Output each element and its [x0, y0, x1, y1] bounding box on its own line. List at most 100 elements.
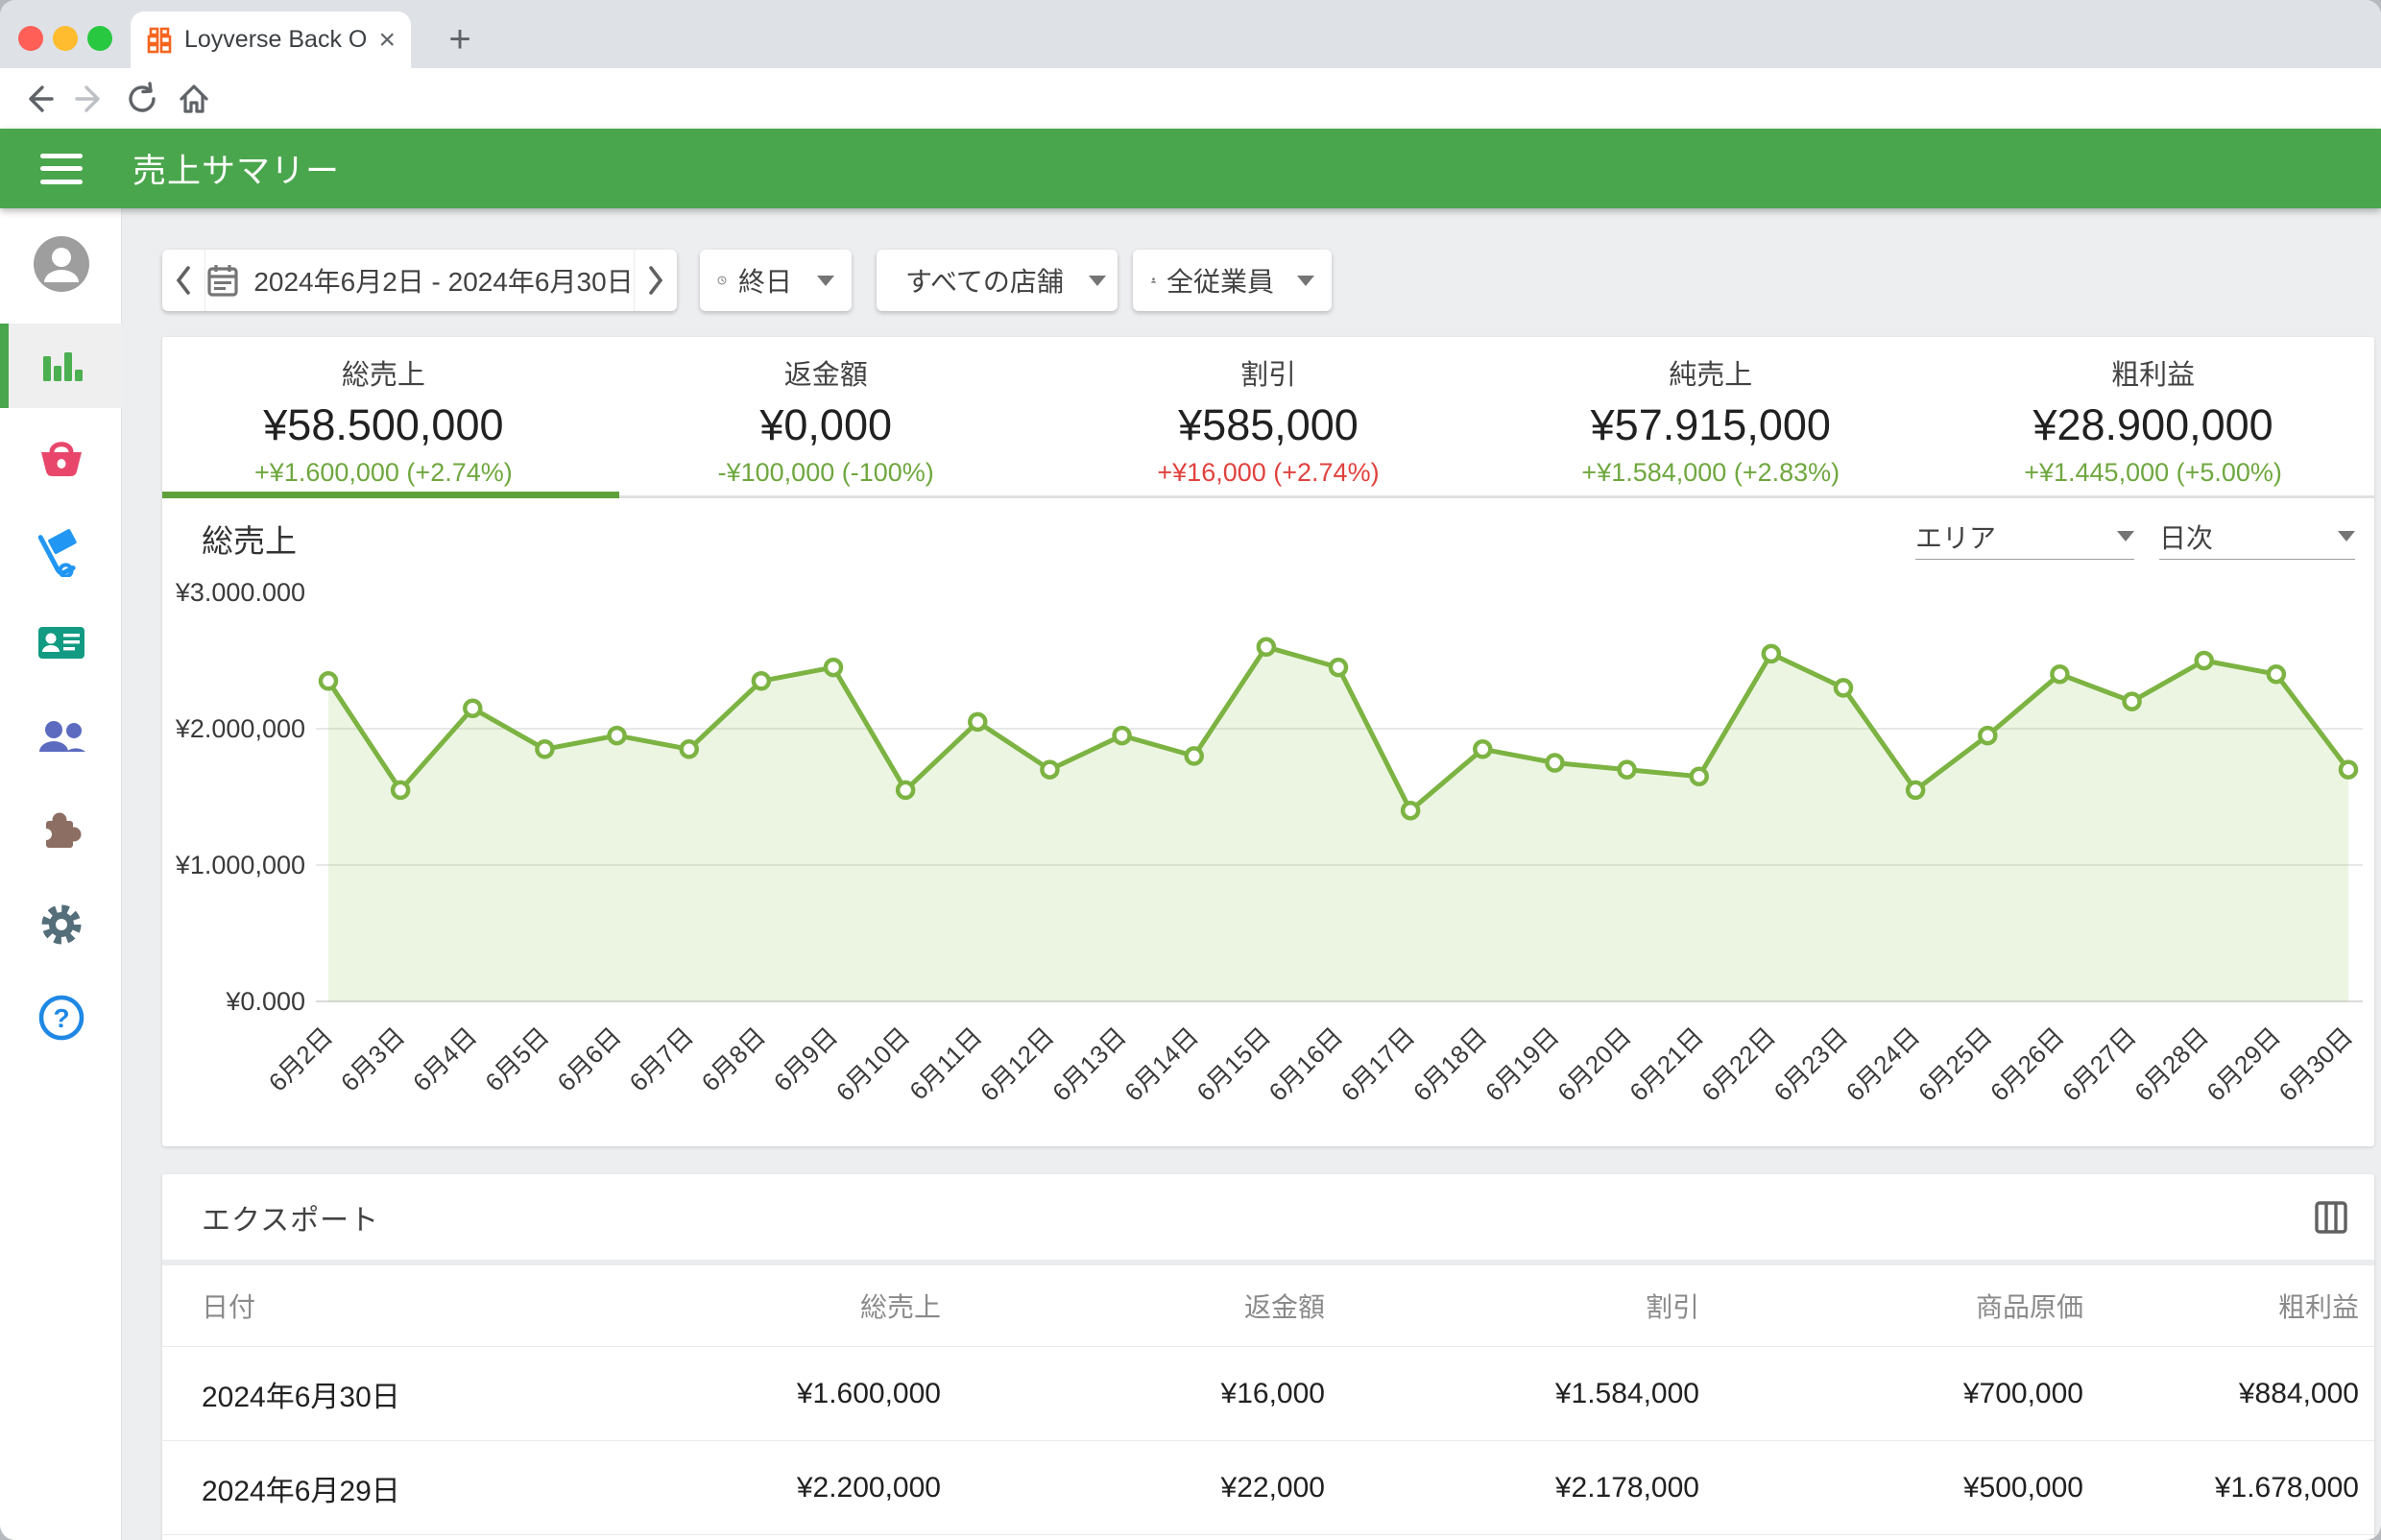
help-question-icon: ?: [36, 993, 86, 1043]
customers-contact-card-icon: [35, 615, 88, 669]
stat-value: ¥58.500,000: [263, 400, 503, 450]
cell-gross-sales: ¥2.200,000: [605, 1472, 941, 1504]
stat-tabs: 総売上 ¥58.500,000 +¥1.600,000 (+2.74%) 返金額…: [162, 337, 2374, 495]
stat-delta: +¥16,000 (+2.74%): [1157, 458, 1379, 488]
stat-label: 総売上: [342, 352, 425, 393]
date-range-label: 2024年6月2日 - 2024年6月30日: [253, 261, 633, 300]
sidebar-item-customers[interactable]: [0, 600, 122, 685]
items-basket-icon: [36, 433, 87, 485]
reports-bar-chart-icon: [36, 341, 86, 391]
svg-text:6月18日: 6月18日: [1407, 1022, 1493, 1107]
stat-tab-net-sales[interactable]: 純売上 ¥57.915,000 +¥1.584,000 (+2.83%): [1489, 337, 1932, 495]
svg-text:6月17日: 6月17日: [1335, 1022, 1421, 1107]
cell-discounts: ¥2.178,000: [1325, 1472, 1699, 1504]
cell-date: 2024年6月30日: [202, 1373, 605, 1415]
sidebar-item-apps[interactable]: [0, 788, 122, 873]
account-avatar[interactable]: [0, 222, 122, 306]
back-icon[interactable]: [19, 80, 58, 118]
stat-delta: -¥100,000 (-100%): [718, 458, 934, 488]
svg-text:6月15日: 6月15日: [1190, 1022, 1276, 1107]
sidebar-item-help[interactable]: ?: [0, 975, 122, 1060]
store-filter-dropdown[interactable]: すべての店舗: [877, 250, 1118, 311]
browser-tab[interactable]: Loyverse Back Office ×: [131, 12, 411, 68]
export-button[interactable]: エクスポート: [202, 1196, 379, 1239]
column-header-cost[interactable]: 商品原価: [1699, 1287, 2083, 1325]
column-header-date[interactable]: 日付: [202, 1287, 605, 1325]
svg-text:6月2日: 6月2日: [263, 1022, 338, 1096]
sidebar-item-reports[interactable]: [0, 324, 122, 408]
stat-tab-discounts[interactable]: 割引 ¥585,000 +¥16,000 (+2.74%): [1047, 337, 1490, 495]
stat-tab-refunds[interactable]: 返金額 ¥0,000 -¥100,000 (-100%): [605, 337, 1047, 495]
svg-text:6月11日: 6月11日: [903, 1022, 987, 1105]
svg-text:6月24日: 6月24日: [1840, 1022, 1926, 1107]
svg-text:6月5日: 6月5日: [479, 1022, 554, 1096]
cell-cost: ¥700,000: [1699, 1378, 2083, 1410]
table-header-row: 日付 総売上 返金額 割引 商品原価 粗利益: [162, 1265, 2374, 1347]
menu-hamburger-icon[interactable]: [40, 154, 83, 184]
cell-date: 2024年6月29日: [202, 1467, 605, 1509]
calendar-icon: [205, 262, 240, 299]
fullscreen-window-button[interactable]: [87, 26, 112, 51]
svg-text:6月4日: 6月4日: [407, 1022, 482, 1096]
svg-text:?: ?: [53, 1003, 69, 1033]
column-header-discounts[interactable]: 割引: [1325, 1287, 1699, 1325]
svg-text:6月16日: 6月16日: [1263, 1022, 1349, 1107]
cell-gross-sales: ¥1.600,000: [605, 1378, 941, 1410]
minimize-window-button[interactable]: [53, 26, 78, 51]
cell-refunds: ¥22,000: [941, 1472, 1325, 1504]
cell-gross-profit: ¥1.678,000: [2083, 1472, 2359, 1504]
sidebar-item-inventory[interactable]: [0, 508, 122, 592]
stat-label: 割引: [1240, 352, 1296, 393]
cell-cost: ¥500,000: [1699, 1472, 2083, 1504]
person-icon: [1150, 264, 1157, 297]
sidebar-item-employees[interactable]: [0, 694, 122, 779]
svg-text:6月30日: 6月30日: [2273, 1022, 2359, 1107]
employee-filter-dropdown[interactable]: 全従業員: [1133, 250, 1332, 311]
svg-text:6月25日: 6月25日: [1912, 1022, 1998, 1107]
home-icon[interactable]: [175, 80, 213, 118]
svg-text:6月13日: 6月13日: [1046, 1022, 1132, 1107]
time-filter-dropdown[interactable]: 終日: [700, 250, 852, 311]
sidebar-item-items[interactable]: [0, 417, 122, 501]
columns-icon[interactable]: [2311, 1197, 2351, 1238]
stat-delta: +¥1.600,000 (+2.74%): [254, 458, 513, 488]
active-tab-indicator: [162, 492, 619, 498]
svg-text:6月3日: 6月3日: [335, 1022, 410, 1096]
svg-text:¥0.000: ¥0.000: [225, 987, 305, 1016]
close-tab-icon[interactable]: ×: [378, 26, 396, 55]
chevron-down-icon: [817, 276, 834, 286]
date-range-picker: 2024年6月2日 - 2024年6月30日: [162, 250, 677, 311]
forward-icon[interactable]: [71, 80, 109, 118]
export-table-card: エクスポート 日付 総売上 返金額 割引 商品原価 粗利益 2024年6月30日…: [162, 1174, 2374, 1540]
table-row[interactable]: 2024年6月30日 ¥1.600,000 ¥16,000 ¥1.584,000…: [162, 1347, 2374, 1441]
sidebar-item-settings[interactable]: [0, 882, 122, 967]
stat-tab-gross-sales[interactable]: 総売上 ¥58.500,000 +¥1.600,000 (+2.74%): [162, 337, 605, 495]
stat-value: ¥0,000: [759, 400, 892, 450]
stat-label: 返金額: [784, 352, 868, 393]
reload-icon[interactable]: [123, 80, 161, 118]
sales-line-chart[interactable]: ¥3.000.000¥2.000,000¥1.000,000¥0.0006月2日…: [162, 498, 2374, 1143]
svg-text:6月28日: 6月28日: [2128, 1022, 2214, 1107]
store-filter-label: すべての店舗: [905, 261, 1064, 300]
previous-period-button[interactable]: [162, 250, 205, 311]
apps-puzzle-icon: [35, 804, 88, 857]
column-header-gross-sales[interactable]: 総売上: [605, 1287, 941, 1325]
chart-area: 総売上 エリア 日次 ¥3.000.000¥2.000,000¥1.000,00…: [162, 498, 2374, 1143]
new-tab-button[interactable]: +: [434, 13, 486, 65]
stat-tab-gross-profit[interactable]: 粗利益 ¥28.900,000 +¥1.445,000 (+5.00%): [1932, 337, 2374, 495]
column-header-gross-profit[interactable]: 粗利益: [2083, 1287, 2359, 1325]
stat-label: 粗利益: [2111, 352, 2195, 393]
next-period-button[interactable]: [634, 250, 677, 311]
svg-text:6月7日: 6月7日: [624, 1022, 699, 1096]
stat-label: 純売上: [1669, 352, 1752, 393]
tab-strip: Loyverse Back Office × +: [0, 0, 2381, 68]
inventory-handtruck-icon: [35, 523, 88, 577]
svg-text:6月14日: 6月14日: [1118, 1022, 1204, 1107]
table-row[interactable]: 2024年6月29日 ¥2.200,000 ¥22,000 ¥2.178,000…: [162, 1441, 2374, 1535]
svg-text:6月10日: 6月10日: [830, 1022, 916, 1107]
export-bar: エクスポート: [162, 1174, 2374, 1265]
column-header-refunds[interactable]: 返金額: [941, 1287, 1325, 1325]
close-window-button[interactable]: [18, 26, 43, 51]
employees-people-icon: [34, 709, 89, 764]
date-range-button[interactable]: 2024年6月2日 - 2024年6月30日: [205, 261, 633, 300]
